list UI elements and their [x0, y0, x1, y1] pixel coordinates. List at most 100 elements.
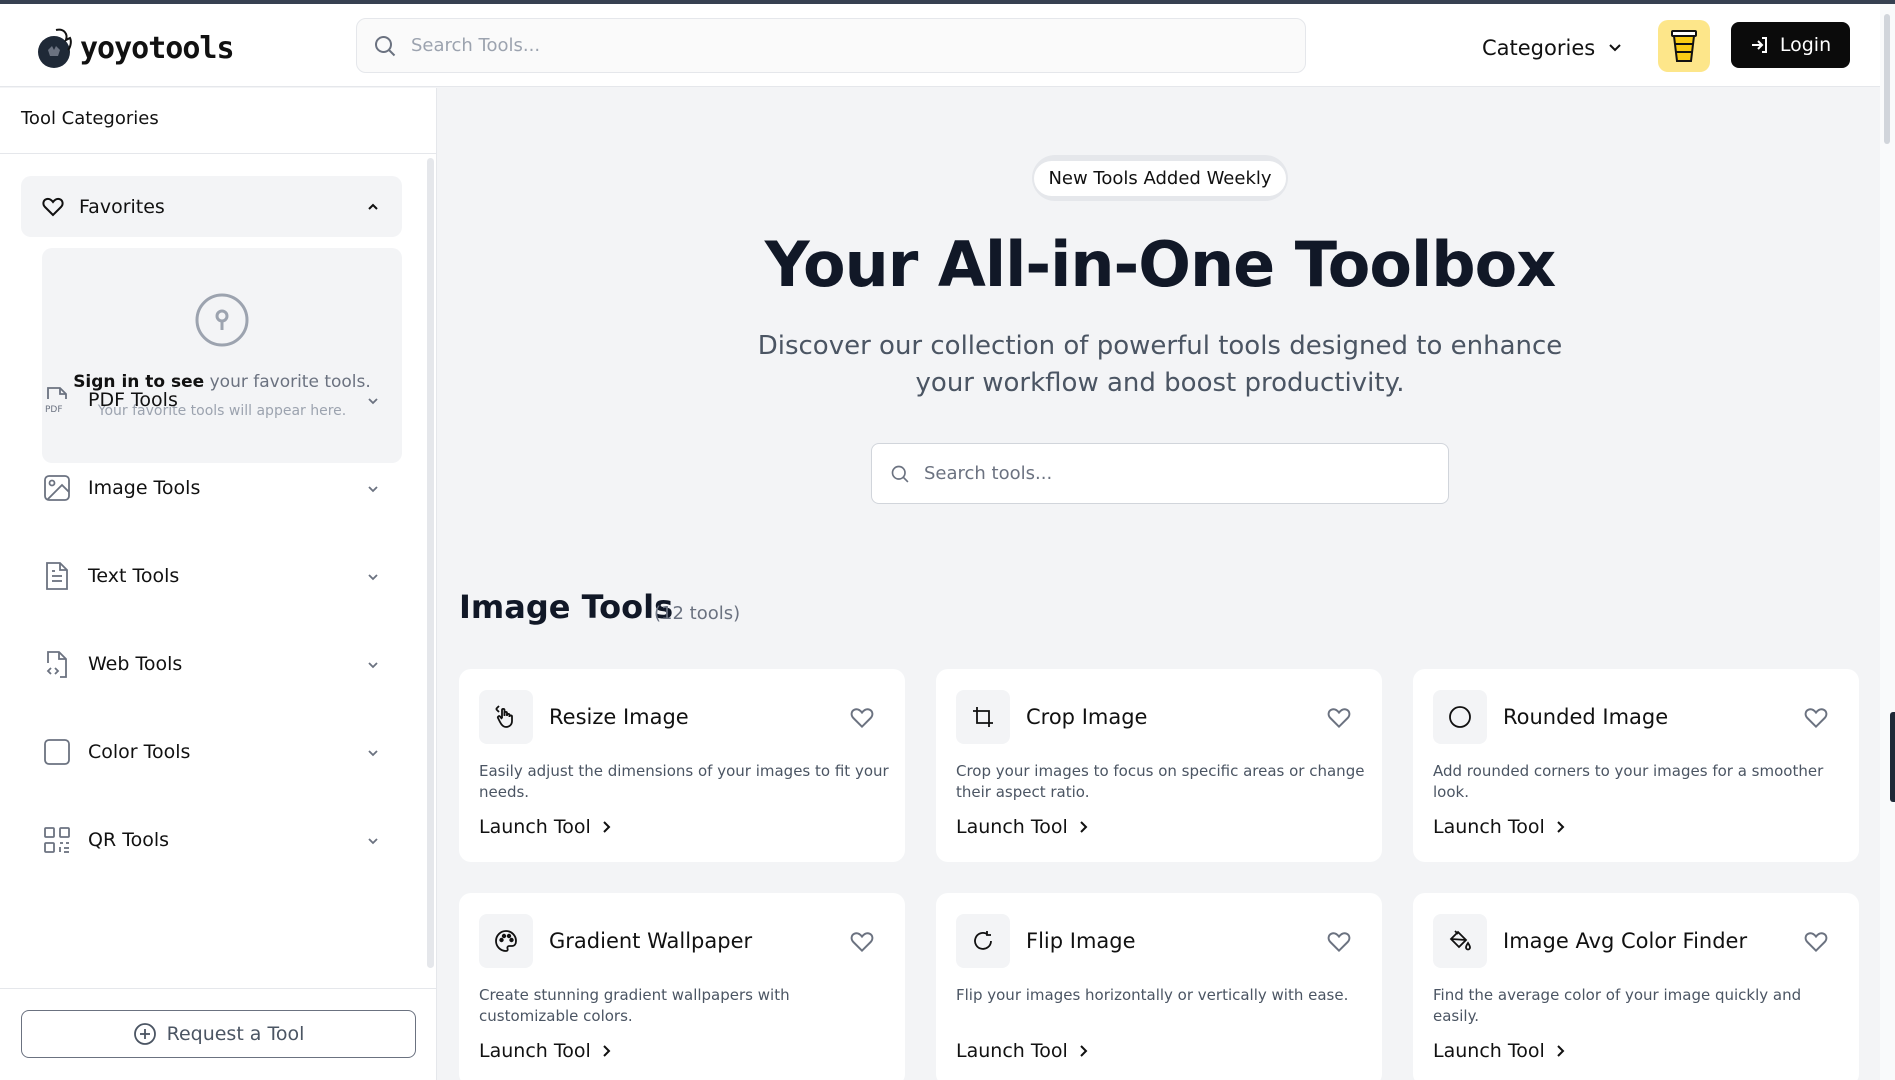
sidebar-item-label: Text Tools [88, 565, 180, 587]
chevron-right-icon [603, 821, 611, 833]
sidebar-item-label: QR Tools [88, 829, 170, 851]
launch-label: Launch Tool [1433, 1040, 1545, 1062]
chevron-down-icon [1609, 44, 1621, 52]
new-tools-badge: New Tools Added Weekly [1032, 155, 1288, 201]
card-title: Flip Image [1026, 929, 1136, 953]
tool-card-flip-image[interactable]: Flip Image Flip your images horizontally… [936, 893, 1382, 1080]
sidebar-divider [0, 153, 436, 154]
login-label: Login [1779, 34, 1832, 56]
sidebar-scrollbar[interactable] [427, 158, 434, 968]
card-description: Find the average color of your image qui… [1433, 986, 1802, 1025]
page-scrollbar[interactable] [1880, 4, 1895, 1080]
circle-icon [1433, 690, 1487, 744]
side-feedback-tab[interactable] [1890, 712, 1895, 802]
categories-dropdown[interactable]: Categories [1482, 30, 1623, 66]
paint-bucket-icon [1433, 914, 1487, 968]
tool-card-image-avg-color-finder[interactable]: Image Avg Color Finder Find the average … [1413, 893, 1859, 1080]
chevron-right-icon [1557, 1045, 1565, 1057]
sidebar-title: Tool Categories [21, 108, 159, 129]
tool-card-gradient-wallpaper[interactable]: Gradient Wallpaper Create stunning gradi… [459, 893, 905, 1080]
chevron-down-icon [368, 398, 378, 405]
top-header: yoyotools Categories Login [0, 4, 1880, 87]
card-description: Crop your images to focus on specific ar… [956, 762, 1365, 801]
sidebar-item-label: Web Tools [88, 653, 183, 675]
section-count: (12 tools) [654, 603, 741, 624]
launch-tool-link[interactable]: Launch Tool [956, 816, 1090, 838]
sidebar-item-qr-tools[interactable]: QR Tools [42, 818, 402, 862]
logo[interactable]: yoyotools [34, 20, 235, 76]
sidebar-item-label: Favorites [79, 195, 165, 218]
logo-cat-icon [38, 28, 72, 68]
launch-tool-link[interactable]: Launch Tool [479, 816, 613, 838]
hero-subtitle: Discover our collection of powerful tool… [757, 331, 1563, 398]
sidebar-item-color-tools[interactable]: Color Tools [42, 730, 402, 774]
logo-text: yoyotools [80, 30, 235, 66]
palette-icon [479, 914, 533, 968]
sidebar-item-web-tools[interactable]: Web Tools [42, 642, 402, 686]
heart-icon[interactable] [849, 929, 875, 955]
sidebar-item-label: Color Tools [88, 741, 191, 763]
chevron-down-icon [368, 838, 378, 845]
tool-card-rounded-image[interactable]: Rounded Image Add rounded corners to you… [1413, 669, 1859, 862]
buy-coffee-button[interactable] [1658, 20, 1710, 72]
chevron-down-icon [368, 750, 378, 757]
card-title: Resize Image [549, 705, 689, 729]
launch-label: Launch Tool [956, 816, 1068, 838]
login-button[interactable]: Login [1731, 22, 1850, 68]
chevron-right-icon [603, 1045, 611, 1057]
sidebar-item-image-tools[interactable]: Image Tools [42, 466, 402, 510]
favorites-empty-panel: Sign in to see your favorite tools. Your… [42, 248, 402, 463]
launch-tool-link[interactable]: Launch Tool [1433, 816, 1567, 838]
tool-card-crop-image[interactable]: Crop Image Crop your images to focus on … [936, 669, 1382, 862]
categories-label: Categories [1482, 36, 1596, 60]
sidebar-item-label: Image Tools [88, 477, 201, 499]
sidebar-item-pdf-tools[interactable]: PDF PDF Tools [42, 378, 402, 422]
main-search-input[interactable] [924, 463, 1424, 484]
chevron-up-icon [368, 203, 378, 210]
chevron-down-icon [368, 574, 378, 581]
text-file-icon [42, 561, 72, 591]
pdf-file-icon: PDF [42, 385, 72, 415]
hero-title: Your All-in-One Toolbox [764, 228, 1556, 301]
heart-icon[interactable] [1326, 929, 1352, 955]
heart-icon[interactable] [1803, 705, 1829, 731]
sidebar-item-text-tools[interactable]: Text Tools [42, 554, 402, 598]
pin-icon [195, 293, 249, 347]
crop-icon [956, 690, 1010, 744]
request-tool-label: Request a Tool [166, 1023, 305, 1045]
login-icon [1751, 37, 1767, 53]
qr-code-icon [42, 825, 72, 855]
launch-label: Launch Tool [1433, 816, 1545, 838]
tool-card-resize-image[interactable]: Resize Image Easily adjust the dimension… [459, 669, 905, 862]
launch-label: Launch Tool [956, 1040, 1068, 1062]
heart-icon[interactable] [1326, 705, 1352, 731]
chevron-down-icon [368, 486, 378, 493]
main-search[interactable] [871, 443, 1449, 504]
header-search[interactable] [356, 18, 1306, 73]
sidebar-item-favorites[interactable]: Favorites [21, 176, 402, 237]
chevron-right-icon [1557, 821, 1565, 833]
card-description: Easily adjust the dimensions of your ima… [479, 762, 889, 801]
header-search-input[interactable] [411, 35, 1271, 56]
search-icon [375, 35, 396, 56]
badge-label: New Tools Added Weekly [1034, 160, 1286, 196]
card-description: Flip your images horizontally or vertica… [956, 986, 1349, 1004]
card-title: Image Avg Color Finder [1503, 929, 1748, 953]
card-title: Gradient Wallpaper [549, 929, 753, 953]
launch-tool-link[interactable]: Launch Tool [956, 1040, 1090, 1062]
svg-text:PDF: PDF [45, 405, 63, 415]
section-title: Image Tools [459, 588, 674, 626]
image-icon [42, 473, 72, 503]
launch-tool-link[interactable]: Launch Tool [1433, 1040, 1567, 1062]
sidebar-item-label: PDF Tools [88, 389, 178, 411]
sidebar: Tool Categories Favorites Sign in to see… [0, 88, 437, 1080]
request-tool-button[interactable]: Request a Tool [21, 1010, 416, 1058]
launch-tool-link[interactable]: Launch Tool [479, 1040, 613, 1062]
heart-icon[interactable] [849, 705, 875, 731]
page-scrollbar-thumb[interactable] [1884, 14, 1890, 144]
card-description: Add rounded corners to your images for a… [1433, 762, 1824, 801]
search-icon [891, 465, 909, 483]
code-file-icon [42, 649, 72, 679]
launch-label: Launch Tool [479, 1040, 591, 1062]
heart-icon[interactable] [1803, 929, 1829, 955]
